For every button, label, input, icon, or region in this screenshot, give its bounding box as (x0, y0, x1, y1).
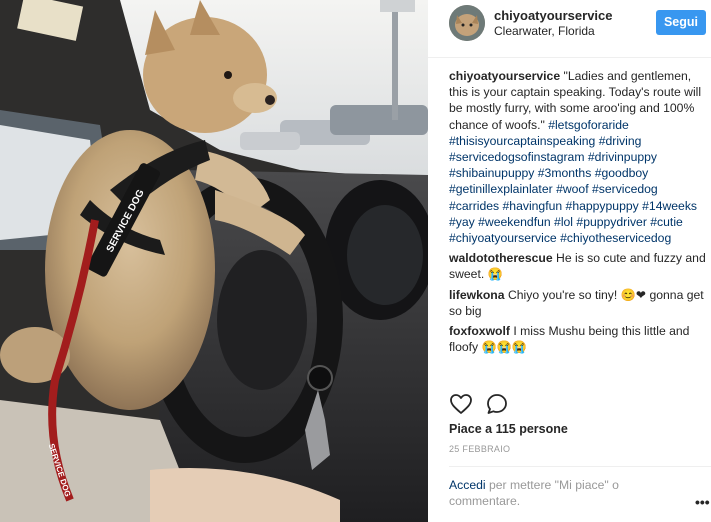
follow-button[interactable]: Segui (656, 10, 706, 35)
hashtag-link[interactable]: #goodboy (595, 166, 649, 180)
post-photo[interactable]: SERVICE DOG SERVICE DOG (0, 0, 428, 522)
hashtag-link[interactable]: #14weeks (642, 199, 697, 213)
caption-username[interactable]: chiyoatyourservice (449, 69, 560, 83)
hashtag-link[interactable]: #lol (554, 215, 573, 229)
hashtag-link[interactable]: #happypuppy (566, 199, 639, 213)
divider (449, 466, 711, 467)
comment-item: foxfoxwolf I miss Mushu being this littl… (449, 323, 707, 355)
instagram-post: SERVICE DOG SERVICE DOG chiyoatyourservi… (0, 0, 711, 522)
dog-in-car-image: SERVICE DOG SERVICE DOG (0, 0, 428, 522)
comment-username[interactable]: waldototherescue (449, 251, 553, 265)
hashtag-link[interactable]: #chiyoatyourservice (449, 231, 557, 245)
post-side-panel: chiyoatyourservice Clearwater, Florida S… (428, 0, 711, 522)
caption-hashtags: #letsgoforaride #thisisyourcaptainspeaki… (449, 118, 697, 245)
hashtag-link[interactable]: #woof (556, 182, 589, 196)
hashtag-link[interactable]: #servicedog (592, 182, 658, 196)
hashtag-link[interactable]: #drivinpuppy (588, 150, 657, 164)
comment-username[interactable]: lifewkona (449, 288, 505, 302)
login-prompt: Accedi per mettere "Mi piace" o commenta… (449, 477, 679, 509)
hashtag-link[interactable]: #letsgoforaride (548, 118, 629, 132)
login-link[interactable]: Accedi (449, 478, 486, 492)
hashtag-link[interactable]: #cutie (650, 215, 683, 229)
avatar-image (449, 5, 485, 41)
hashtag-link[interactable]: #weekendfun (478, 215, 551, 229)
hashtag-link[interactable]: #havingfun (503, 199, 563, 213)
post-date[interactable]: 25 FEBBRAIO (449, 444, 510, 454)
username[interactable]: chiyoatyourservice (494, 8, 613, 23)
hashtag-link[interactable]: #3months (538, 166, 592, 180)
hashtag-link[interactable]: #servicedogsofinstagram (449, 150, 585, 164)
hashtag-link[interactable]: #puppydriver (576, 215, 646, 229)
comment-username[interactable]: foxfoxwolf (449, 324, 510, 338)
hashtag-link[interactable]: #driving (599, 134, 642, 148)
hashtag-link[interactable]: #shibainupuppy (449, 166, 534, 180)
heart-outline-icon[interactable] (449, 392, 473, 416)
comments-list: chiyoatyourservice "Ladies and gentlemen… (449, 68, 707, 359)
comment-item: lifewkona Chiyo you're so tiny! 😊❤ gonna… (449, 287, 707, 319)
location-link[interactable]: Clearwater, Florida (494, 24, 595, 38)
speech-bubble-icon[interactable] (485, 392, 509, 416)
hashtag-link[interactable]: #chiyotheservicedog (560, 231, 671, 245)
likes-count[interactable]: Piace a 115 persone (449, 422, 568, 436)
avatar[interactable] (449, 5, 485, 41)
ellipsis-icon[interactable]: ••• (695, 494, 710, 510)
hashtag-link[interactable]: #thisisyourcaptainspeaking (449, 134, 595, 148)
hashtag-link[interactable]: #carrides (449, 199, 499, 213)
comment-item: waldototherescue He is so cute and fuzzy… (449, 250, 707, 282)
hashtag-link[interactable]: #getinillexplainlater (449, 182, 553, 196)
hashtag-link[interactable]: #yay (449, 215, 475, 229)
post-header: chiyoatyourservice Clearwater, Florida S… (428, 0, 711, 58)
caption: chiyoatyourservice "Ladies and gentlemen… (449, 68, 707, 246)
post-actions (449, 392, 509, 416)
